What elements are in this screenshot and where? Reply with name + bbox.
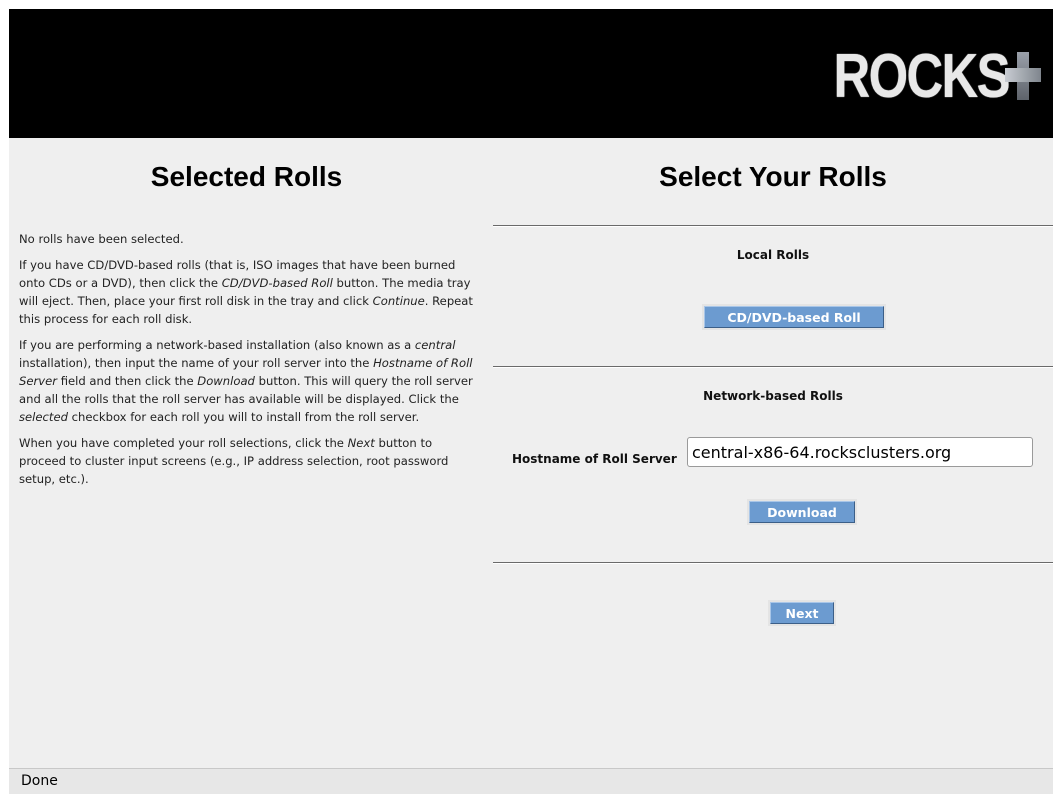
download-button[interactable]: Download (749, 501, 855, 523)
cd-dvd-roll-button[interactable]: CD/DVD-based Roll (704, 306, 884, 328)
status-bar: Done (9, 768, 1053, 794)
status-text: Done (21, 773, 58, 789)
divider-middle (493, 366, 1053, 368)
plus-icon (1005, 48, 1041, 104)
selected-rolls-title: Selected Rolls (150, 161, 343, 192)
hostname-input[interactable] (687, 437, 1033, 467)
header-banner: ROCKS (9, 9, 1053, 138)
cd-instructions: If you have CD/DVD-based rolls (that is,… (19, 258, 473, 326)
network-instructions: If you are performing a network-based in… (19, 338, 473, 424)
divider-bottom (493, 562, 1053, 564)
next-instructions: When you have completed your roll select… (19, 436, 449, 486)
no-rolls-message: No rolls have been selected. (19, 232, 184, 246)
divider-top (493, 225, 1053, 227)
rocks-logo: ROCKS (795, 31, 1041, 121)
hostname-label: Hostname of Roll Server (512, 452, 677, 466)
network-rolls-label: Network-based Rolls (703, 389, 843, 403)
installer-window: ROCKS Selected Rolls No rolls have been … (9, 9, 1053, 794)
next-button[interactable]: Next (770, 602, 834, 624)
instructions-text: No rolls have been selected. If you have… (19, 230, 474, 496)
logo-text: ROCKS (833, 41, 1011, 111)
local-rolls-label: Local Rolls (736, 248, 810, 262)
select-rolls-title: Select Your Rolls (659, 161, 887, 192)
